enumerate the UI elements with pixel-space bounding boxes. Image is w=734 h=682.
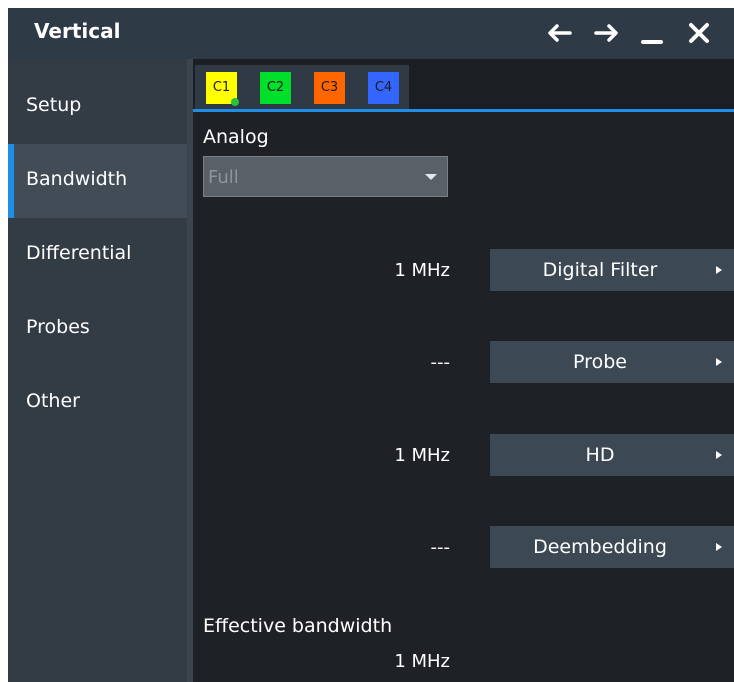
tab-c2[interactable]: C2 (260, 72, 291, 104)
effective-bandwidth-value: 1 MHz (394, 651, 450, 672)
probe-value: --- (430, 352, 451, 373)
sidebar-item-other[interactable]: Other (8, 366, 187, 440)
close-icon[interactable] (682, 16, 716, 50)
sidebar-item-label: Other (26, 390, 80, 412)
analog-dropdown[interactable]: Full (203, 156, 448, 197)
tab-c3[interactable]: C3 (314, 72, 345, 104)
digital-filter-button[interactable]: Digital Filter (490, 249, 734, 291)
button-label: HD (585, 444, 615, 466)
analog-dropdown-value: Full (208, 167, 239, 188)
minimize-icon[interactable] (635, 16, 669, 50)
tab-label: C4 (374, 80, 393, 95)
tab-label: C1 (212, 80, 231, 95)
button-label: Digital Filter (542, 259, 658, 281)
channel-tab-bar: C1 C2 C3 C4 (193, 59, 734, 109)
tab-label: C3 (320, 80, 339, 95)
digital-filter-value: 1 MHz (394, 260, 450, 281)
triangle-right-icon (716, 266, 722, 274)
dialog-title: Vertical (34, 19, 121, 43)
triangle-right-icon (716, 451, 722, 459)
deembedding-button[interactable]: Deembedding (490, 526, 734, 568)
selected-dot-icon (231, 98, 239, 106)
chevron-down-icon (425, 174, 437, 180)
sidebar-item-bandwidth[interactable]: Bandwidth (8, 144, 187, 218)
sidebar-item-setup[interactable]: Setup (8, 70, 187, 144)
active-indicator (8, 144, 14, 218)
triangle-right-icon (716, 543, 722, 551)
sidebar-item-label: Differential (26, 242, 132, 264)
triangle-right-icon (716, 358, 722, 366)
tab-c1[interactable]: C1 (206, 72, 239, 106)
hd-value: 1 MHz (394, 445, 450, 466)
back-arrow-icon[interactable] (543, 16, 577, 50)
tab-label: C2 (266, 80, 285, 95)
analog-label: Analog (203, 126, 269, 148)
tab-c4[interactable]: C4 (368, 72, 399, 104)
sidebar-item-label: Probes (26, 316, 90, 338)
effective-bandwidth-label: Effective bandwidth (203, 615, 393, 637)
bandwidth-panel: Analog Full 1 MHz Digital Filter --- Pro… (193, 112, 734, 682)
sidebar: Setup Bandwidth Differential Probes Othe… (8, 59, 187, 682)
forward-arrow-icon[interactable] (589, 16, 623, 50)
deembedding-value: --- (430, 537, 451, 558)
sidebar-item-label: Setup (26, 94, 82, 116)
probe-button[interactable]: Probe (490, 341, 734, 383)
sidebar-item-probes[interactable]: Probes (8, 292, 187, 366)
button-label: Deembedding (533, 536, 667, 558)
sidebar-item-differential[interactable]: Differential (8, 218, 187, 292)
title-bar: Vertical (8, 8, 734, 59)
button-label: Probe (573, 351, 627, 373)
hd-button[interactable]: HD (490, 434, 734, 476)
sidebar-item-label: Bandwidth (26, 168, 128, 190)
vertical-dialog: Vertical Setup Bandwidth Differential Pr… (8, 8, 734, 682)
